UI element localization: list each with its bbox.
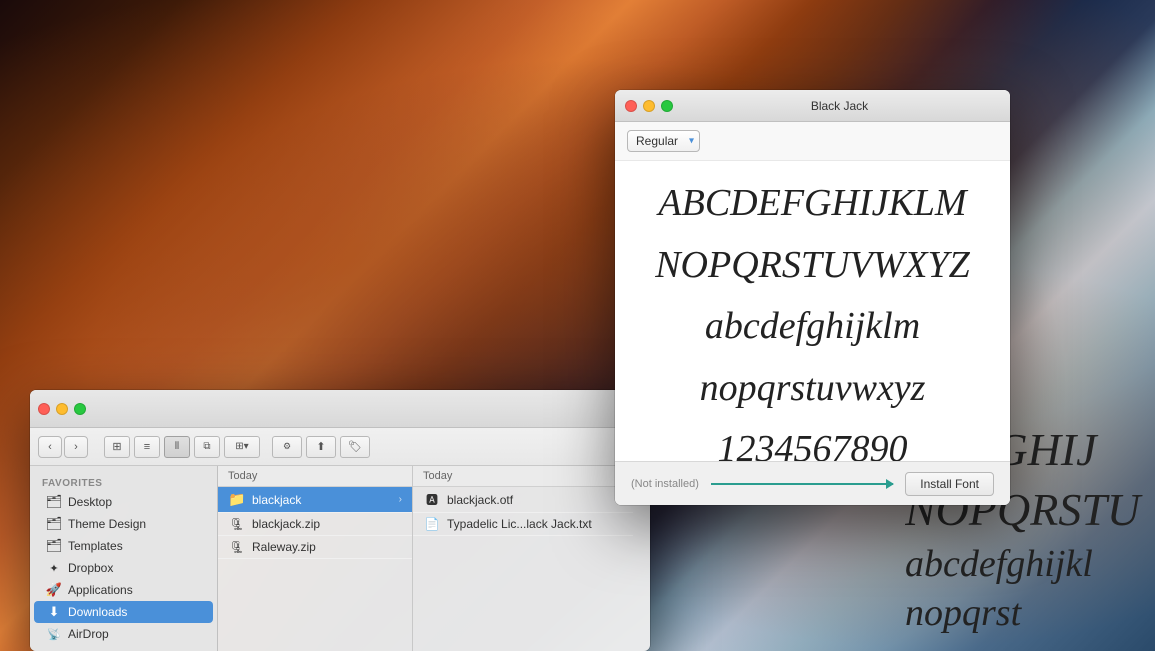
folder-icon: 📁 bbox=[228, 491, 246, 508]
downloads-icon: ⬇ bbox=[46, 604, 62, 620]
icon-view-button[interactable]: ⊞ bbox=[104, 436, 130, 458]
back-button[interactable]: ‹ bbox=[38, 436, 62, 458]
traffic-lights bbox=[38, 403, 86, 415]
column-view-button[interactable]: ⫴ bbox=[164, 436, 190, 458]
install-arrow bbox=[711, 483, 893, 485]
maximize-button[interactable] bbox=[74, 403, 86, 415]
finder-toolbar: ‹ › ⊞ ≡ ⫴ ⧉ ⊞▾ ⚙ bbox=[30, 428, 650, 466]
forward-icon: › bbox=[74, 441, 78, 453]
sidebar-item-dropbox[interactable]: ✦ Dropbox bbox=[34, 557, 213, 579]
sidebar-item-airdrop[interactable]: 📡 AirDrop bbox=[34, 623, 213, 645]
sidebar-item-label: Desktop bbox=[68, 495, 112, 509]
cover-view-icon: ⧉ bbox=[203, 441, 210, 452]
share-button[interactable]: ⬆ bbox=[306, 436, 336, 458]
preview-line-1: ABCDEFGHIJKLM bbox=[639, 181, 986, 227]
forward-button[interactable]: › bbox=[64, 436, 88, 458]
finder-titlebar bbox=[30, 390, 650, 428]
file-column-2: Today 🅰 blackjack.otf 📄 Typadelic Lic...… bbox=[413, 466, 633, 651]
column-header-1: Today bbox=[218, 466, 412, 487]
font-maximize-button[interactable] bbox=[661, 100, 673, 112]
sidebar-item-label: AirDrop bbox=[68, 627, 109, 641]
gear-icon: ⚙ bbox=[283, 441, 291, 452]
theme-design-icon: 🗂 bbox=[46, 516, 62, 532]
sidebar-item-applications[interactable]: 🚀 Applications bbox=[34, 579, 213, 601]
file-label: Raleway.zip bbox=[252, 540, 316, 554]
icon-view-icon: ⊞ bbox=[112, 440, 121, 453]
sidebar-section-label: Favorites bbox=[30, 474, 217, 491]
applications-icon: 🚀 bbox=[46, 582, 62, 598]
font-bottom-bar: (Not installed) Install Font bbox=[615, 461, 1010, 505]
install-font-button[interactable]: Install Font bbox=[905, 472, 994, 496]
dropbox-icon: ✦ bbox=[46, 560, 62, 576]
sidebar-item-label: Theme Design bbox=[68, 517, 146, 531]
tag-button[interactable]: 🏷 bbox=[340, 436, 370, 458]
file-label: blackjack.otf bbox=[447, 493, 513, 507]
preview-line-4: nopqrstuvwxyz bbox=[639, 366, 986, 412]
sidebar-item-theme-design[interactable]: 🗂 Theme Design bbox=[34, 513, 213, 535]
close-button[interactable] bbox=[38, 403, 50, 415]
share-icon: ⬆ bbox=[316, 440, 325, 453]
list-view-icon: ≡ bbox=[144, 441, 150, 453]
sidebar-item-label: Dropbox bbox=[68, 561, 113, 575]
file-item-blackjack-zip[interactable]: 🗜 blackjack.zip bbox=[218, 513, 412, 536]
content-area: Today 📁 blackjack › 🗜 blackjack.zip 🗜 Ra… bbox=[218, 466, 650, 651]
nav-buttons: ‹ › bbox=[38, 436, 88, 458]
airdrop-icon: 📡 bbox=[46, 626, 62, 642]
preview-line-2: NOPQRSTUVWXYZ bbox=[639, 243, 986, 289]
column-view-icon: ⫴ bbox=[175, 441, 179, 452]
zip-icon-2: 🗜 bbox=[228, 540, 246, 554]
sidebar-item-label: Applications bbox=[68, 583, 133, 597]
sidebar-item-templates[interactable]: 🗂 Templates bbox=[34, 535, 213, 557]
sidebar-item-label: Downloads bbox=[68, 605, 127, 619]
font-window: Black Jack Regular ABCDEFGHIJKLM NOPQRST… bbox=[615, 90, 1010, 505]
folder-arrow: › bbox=[399, 494, 402, 505]
templates-icon: 🗂 bbox=[46, 538, 62, 554]
font-titlebar: Black Jack bbox=[615, 90, 1010, 122]
sidebar: Favorites 🗂 Desktop 🗂 Theme Design 🗂 Tem… bbox=[30, 466, 218, 651]
file-label: blackjack bbox=[252, 493, 301, 507]
file-item-typadelic[interactable]: 📄 Typadelic Lic...lack Jack.txt bbox=[413, 513, 633, 536]
preview-line-3: abcdefghijklm bbox=[639, 304, 986, 350]
font-window-title: Black Jack bbox=[679, 99, 1000, 113]
font-icon: 🅰 bbox=[423, 491, 441, 508]
finder-window: ‹ › ⊞ ≡ ⫴ ⧉ ⊞▾ ⚙ bbox=[30, 390, 650, 651]
font-preview-area: ABCDEFGHIJKLM NOPQRSTUVWXYZ abcdefghijkl… bbox=[615, 161, 1010, 461]
not-installed-label: (Not installed) bbox=[631, 478, 699, 490]
group-view-icon: ⊞▾ bbox=[235, 441, 248, 452]
action-buttons: ⚙ ⬆ 🏷 bbox=[272, 436, 370, 458]
file-item-blackjack-folder[interactable]: 📁 blackjack › bbox=[218, 487, 412, 513]
font-minimize-button[interactable] bbox=[643, 100, 655, 112]
font-style-bar: Regular bbox=[615, 122, 1010, 161]
tag-icon: 🏷 bbox=[348, 440, 362, 453]
file-item-raleway-zip[interactable]: 🗜 Raleway.zip bbox=[218, 536, 412, 559]
file-label: blackjack.zip bbox=[252, 517, 320, 531]
preview-line-5: 1234567890 bbox=[639, 427, 986, 461]
style-select-wrapper[interactable]: Regular bbox=[627, 130, 700, 152]
sidebar-item-downloads[interactable]: ⬇ Downloads bbox=[34, 601, 213, 623]
sidebar-item-desktop[interactable]: 🗂 Desktop bbox=[34, 491, 213, 513]
arrow-line bbox=[711, 483, 893, 485]
sidebar-item-label: Templates bbox=[68, 539, 123, 553]
action-button[interactable]: ⚙ bbox=[272, 436, 302, 458]
file-item-blackjack-otf[interactable]: 🅰 blackjack.otf bbox=[413, 487, 633, 513]
cover-view-button[interactable]: ⧉ bbox=[194, 436, 220, 458]
file-column-1: Today 📁 blackjack › 🗜 blackjack.zip 🗜 Ra… bbox=[218, 466, 413, 651]
group-view-button[interactable]: ⊞▾ bbox=[224, 436, 260, 458]
font-close-button[interactable] bbox=[625, 100, 637, 112]
style-select[interactable]: Regular bbox=[627, 130, 700, 152]
zip-icon: 🗜 bbox=[228, 517, 246, 531]
font-traffic-lights bbox=[625, 100, 673, 112]
back-icon: ‹ bbox=[48, 441, 52, 453]
view-buttons: ⊞ ≡ ⫴ ⧉ ⊞▾ bbox=[104, 436, 260, 458]
column-header-2: Today bbox=[413, 466, 633, 487]
finder-body: Favorites 🗂 Desktop 🗂 Theme Design 🗂 Tem… bbox=[30, 466, 650, 651]
file-label: Typadelic Lic...lack Jack.txt bbox=[447, 517, 592, 531]
desktop-icon: 🗂 bbox=[46, 494, 62, 510]
list-view-button[interactable]: ≡ bbox=[134, 436, 160, 458]
text-icon: 📄 bbox=[423, 517, 441, 531]
minimize-button[interactable] bbox=[56, 403, 68, 415]
